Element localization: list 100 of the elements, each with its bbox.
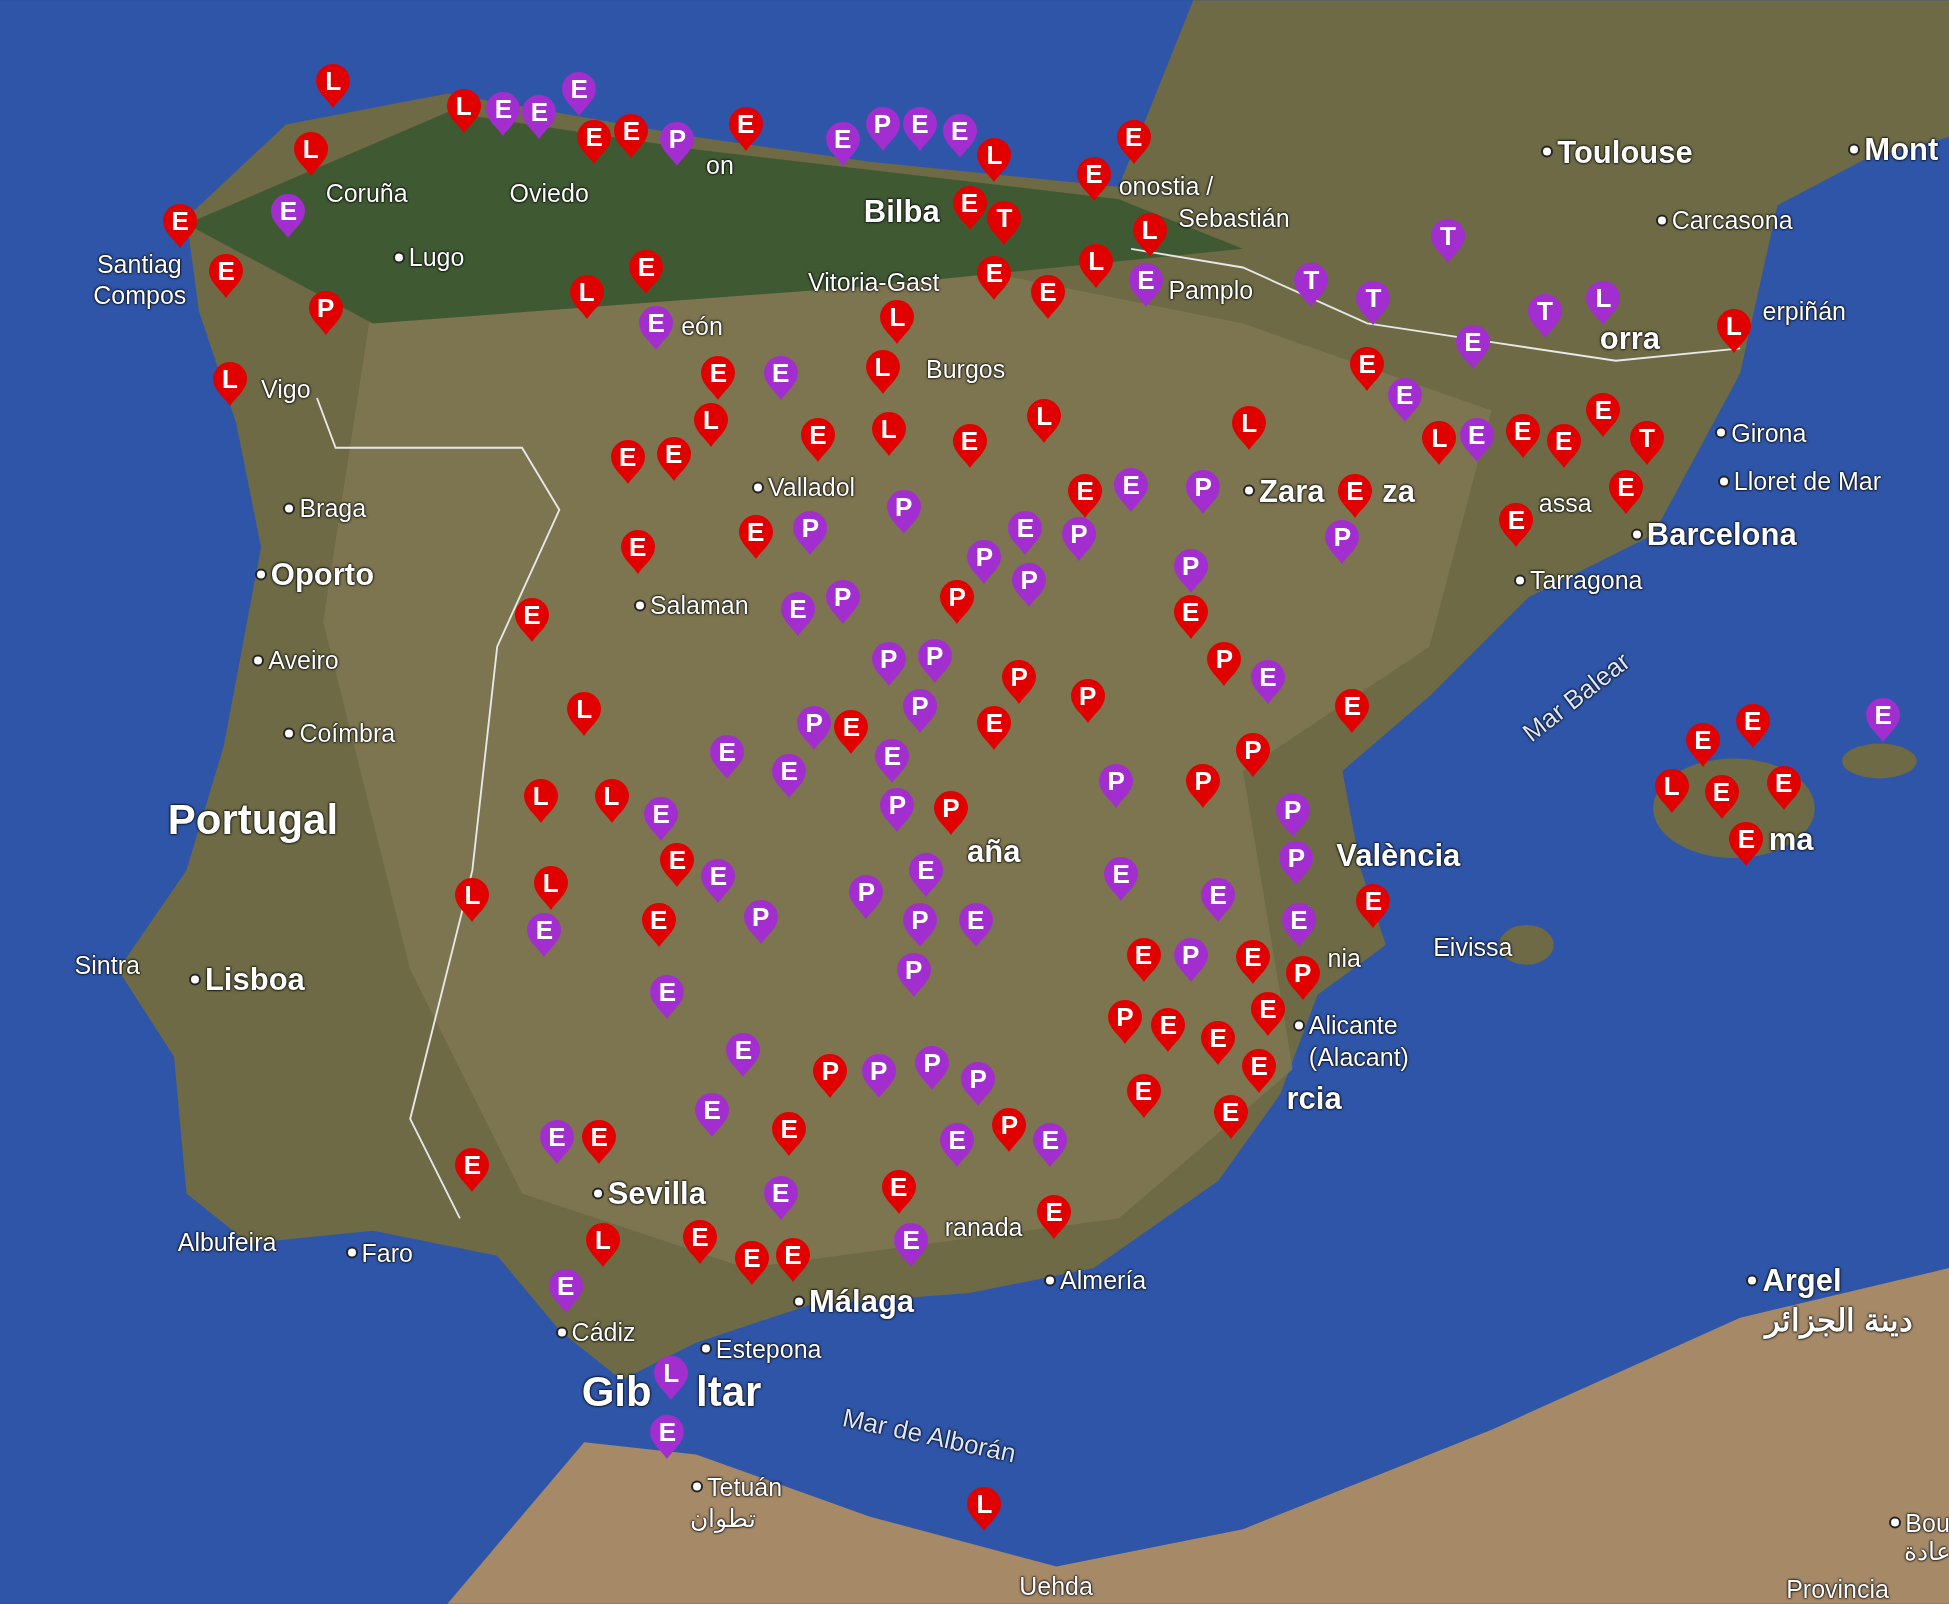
map-pin[interactable]: P <box>1207 641 1242 686</box>
map-pin[interactable]: L <box>567 691 602 736</box>
map-pin[interactable]: E <box>1455 324 1490 369</box>
map-pin[interactable]: T <box>1528 293 1562 338</box>
map-pin[interactable]: E <box>1033 1122 1068 1167</box>
map-pin[interactable]: E <box>772 1111 807 1156</box>
map-pin[interactable]: E <box>1505 414 1540 459</box>
map-pin[interactable]: E <box>701 355 736 400</box>
map-pin[interactable]: E <box>735 1240 769 1285</box>
map-pin[interactable]: E <box>1281 902 1316 947</box>
map-pin[interactable]: P <box>1325 519 1360 564</box>
map-pin[interactable]: E <box>539 1120 574 1165</box>
map-pin[interactable]: P <box>967 539 1002 584</box>
map-pin[interactable]: E <box>834 710 869 755</box>
map-pin[interactable]: E <box>610 440 645 485</box>
map-pin[interactable]: E <box>644 797 679 842</box>
map-pin[interactable]: P <box>849 875 884 920</box>
map-pin[interactable]: E <box>1250 660 1285 705</box>
map-pin[interactable]: L <box>967 1487 1002 1531</box>
map-pin[interactable]: P <box>902 689 937 733</box>
map-pin[interactable]: P <box>825 579 860 624</box>
map-pin[interactable]: E <box>1685 722 1720 767</box>
map-pin[interactable]: L <box>523 778 558 823</box>
map-pin[interactable]: E <box>650 974 685 1019</box>
map-pin[interactable]: P <box>933 790 968 835</box>
map-pin[interactable]: E <box>1008 511 1043 556</box>
map-pin[interactable]: E <box>894 1223 929 1268</box>
map-pin[interactable]: E <box>763 1176 798 1221</box>
map-pin[interactable]: L <box>694 403 728 448</box>
map-pin[interactable]: E <box>942 113 977 158</box>
map-pin[interactable]: L <box>654 1356 689 1401</box>
map-pin[interactable]: E <box>952 185 987 230</box>
map-pin[interactable]: L <box>1132 212 1167 257</box>
map-pin[interactable]: P <box>915 1045 950 1090</box>
map-pin[interactable]: E <box>209 253 244 298</box>
map-pin[interactable]: E <box>1235 940 1270 985</box>
map-pin[interactable]: E <box>1729 822 1764 866</box>
map-pin[interactable]: E <box>1608 470 1643 515</box>
map-pin[interactable]: L <box>585 1223 620 1268</box>
map-pin[interactable]: P <box>886 490 921 535</box>
map-pin[interactable]: E <box>1387 378 1422 423</box>
map-pin[interactable]: P <box>308 291 343 336</box>
map-pin[interactable]: E <box>1068 473 1103 518</box>
map-pin[interactable]: E <box>940 1122 975 1167</box>
map-pin[interactable]: E <box>1213 1095 1248 1140</box>
map-pin[interactable]: T <box>1294 262 1329 307</box>
map-pin[interactable]: E <box>695 1093 730 1137</box>
map-pin[interactable]: E <box>1151 1008 1186 1053</box>
map-pin[interactable]: E <box>958 902 993 947</box>
map-pin[interactable]: E <box>656 436 691 481</box>
map-pin[interactable]: L <box>880 299 915 344</box>
map-pin[interactable]: L <box>1232 405 1267 450</box>
map-pin[interactable]: P <box>880 788 915 833</box>
map-pin[interactable]: P <box>917 639 952 684</box>
map-pin[interactable]: E <box>881 1170 916 1215</box>
map-pin[interactable]: E <box>909 853 943 898</box>
map-pin[interactable]: P <box>793 511 828 556</box>
map-pin[interactable]: T <box>1356 281 1391 326</box>
map-pin[interactable]: E <box>515 598 549 643</box>
map-pin[interactable]: P <box>743 900 778 945</box>
map-pin[interactable]: E <box>1586 393 1621 438</box>
map-pin[interactable]: P <box>660 122 695 167</box>
map-pin[interactable]: L <box>533 865 568 910</box>
map-pin[interactable]: E <box>726 1033 761 1078</box>
map-pin[interactable]: E <box>1116 119 1151 164</box>
map-pin[interactable]: E <box>582 1120 617 1165</box>
map-pin[interactable]: T <box>1629 420 1664 465</box>
map-pin[interactable]: E <box>1766 766 1801 811</box>
map-pin[interactable]: E <box>455 1147 490 1192</box>
map-pin[interactable]: E <box>620 529 655 574</box>
map-pin[interactable]: E <box>875 738 910 783</box>
map-pin[interactable]: L <box>865 349 900 394</box>
map-pin[interactable]: E <box>682 1219 717 1264</box>
map-pin[interactable]: L <box>446 88 481 133</box>
map-pin[interactable]: T <box>1431 219 1466 264</box>
map-pin[interactable]: E <box>763 355 798 400</box>
map-pin[interactable]: E <box>1030 275 1065 320</box>
map-pin[interactable]: P <box>1061 517 1096 562</box>
map-pin[interactable]: E <box>614 113 649 158</box>
map-pin[interactable]: E <box>825 122 860 167</box>
map-pin[interactable]: E <box>1459 418 1494 463</box>
map-pin[interactable]: P <box>797 706 832 751</box>
map-pin[interactable]: E <box>738 515 773 559</box>
map-pin[interactable]: L <box>1079 244 1114 288</box>
map-pin[interactable]: P <box>865 107 900 152</box>
map-pin[interactable]: E <box>1201 1020 1236 1065</box>
map-pin[interactable]: L <box>212 362 247 407</box>
map-pin[interactable]: P <box>1285 956 1320 1001</box>
map-pin[interactable]: P <box>1173 548 1208 593</box>
map-pin[interactable]: L <box>455 877 490 922</box>
map-pin[interactable]: E <box>1866 697 1901 742</box>
map-pin[interactable]: E <box>781 592 815 637</box>
map-pin[interactable]: E <box>1350 347 1385 392</box>
map-pin[interactable]: P <box>813 1054 848 1099</box>
map-pin[interactable]: E <box>522 94 557 139</box>
map-pin[interactable]: L <box>569 275 604 320</box>
map-pin[interactable]: L <box>1586 281 1621 326</box>
map-pin[interactable]: E <box>1126 937 1161 982</box>
map-pin[interactable]: E <box>1037 1194 1072 1239</box>
map-pin[interactable]: E <box>577 119 612 164</box>
